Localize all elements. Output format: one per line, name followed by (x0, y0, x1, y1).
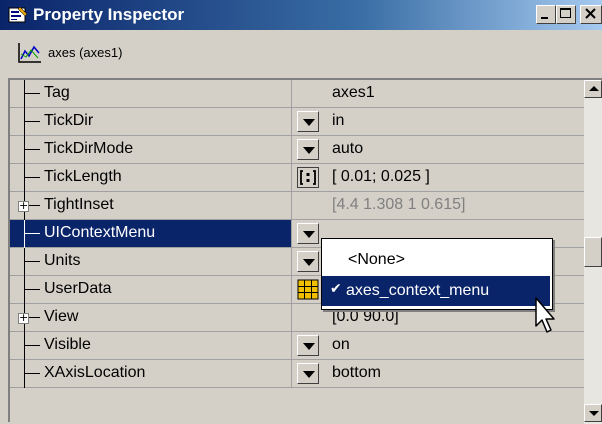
dropdown-arrow-button[interactable] (297, 363, 319, 384)
tree-line (24, 332, 25, 360)
tree-line (24, 233, 40, 234)
property-name-cell[interactable]: TickDir (10, 108, 292, 136)
property-name-cell[interactable]: + View (10, 304, 292, 332)
minimize-icon (541, 17, 548, 19)
object-label: axes (axes1) (48, 45, 123, 60)
dropdown-arrow-button[interactable] (297, 111, 319, 132)
property-name-cell[interactable]: XAxisLocation (10, 360, 292, 388)
property-name: View (44, 308, 79, 325)
property-value[interactable]: on (332, 336, 350, 354)
mouse-pointer-icon (535, 297, 555, 333)
property-name-cell[interactable]: Units (10, 248, 292, 276)
dropdown-option-none[interactable]: <None> (322, 245, 550, 275)
tree-line (24, 220, 25, 248)
tree-line (24, 136, 25, 164)
dropdown-arrow-button[interactable] (297, 335, 319, 356)
close-icon (585, 8, 596, 19)
tree-line (24, 261, 40, 262)
property-name-cell[interactable]: Tag (10, 80, 292, 108)
window-title: Property Inspector (33, 5, 185, 24)
scroll-up-button[interactable] (584, 80, 602, 98)
tree-line (24, 248, 25, 276)
tree-line (24, 177, 40, 178)
scroll-thumb[interactable] (584, 237, 602, 267)
property-name: UserData (44, 280, 112, 297)
tree-line (24, 149, 40, 150)
property-name: TickDirMode (44, 140, 134, 157)
property-value[interactable]: [4.4 1.308 1 0.615] (332, 196, 465, 214)
property-row[interactable]: TickDir in (10, 108, 584, 136)
property-value[interactable]: bottom (332, 364, 381, 382)
property-row[interactable]: TickDirMode auto (10, 136, 584, 164)
property-name-cell[interactable]: TickLength (10, 164, 292, 192)
checkmark-icon: ✔ (330, 281, 342, 297)
property-inspector-icon (8, 6, 28, 23)
property-name: Visible (44, 336, 91, 353)
tree-line (24, 80, 25, 108)
property-name: UIContextMenu (44, 224, 156, 241)
array-editor-icon[interactable] (297, 167, 319, 188)
property-row[interactable]: XAxisLocation bottom (10, 360, 584, 388)
property-name: Tag (44, 84, 70, 101)
tree-line (24, 108, 25, 136)
tree-line (24, 121, 40, 122)
dropdown-option-label: <None> (348, 251, 405, 268)
property-row[interactable]: Visible on (10, 332, 584, 360)
tree-line (24, 373, 40, 374)
vertical-scrollbar[interactable] (584, 80, 602, 424)
expand-toggle-icon[interactable]: + (18, 312, 29, 324)
property-value[interactable]: auto (332, 140, 363, 158)
tree-line (24, 345, 40, 346)
scroll-down-button[interactable] (584, 404, 602, 422)
dropdown-option-axes-context-menu[interactable]: ✔ axes_context_menu (322, 276, 550, 306)
property-value[interactable]: in (332, 112, 344, 130)
property-value[interactable]: [ 0.01; 0.025 ] (332, 168, 430, 186)
property-name: XAxisLocation (44, 364, 146, 381)
property-value[interactable]: [0.0 90.0] (332, 308, 399, 326)
property-name-cell[interactable]: TickDirMode (10, 136, 292, 164)
property-value[interactable]: axes1 (332, 84, 375, 102)
tree-line (24, 276, 25, 304)
property-name: Units (44, 252, 81, 269)
dropdown-arrow-button[interactable] (297, 251, 319, 272)
property-name: TickDir (44, 112, 94, 129)
axes-plot-icon (18, 43, 41, 63)
object-header: axes (axes1) (0, 30, 602, 76)
dropdown-arrow-button[interactable] (297, 139, 319, 160)
property-row[interactable]: Tag axes1 (10, 80, 584, 108)
maximize-icon (560, 8, 571, 18)
property-name-cell[interactable]: UIContextMenu (10, 220, 292, 248)
tree-line (24, 289, 40, 290)
property-name-cell[interactable]: Visible (10, 332, 292, 360)
title-bar[interactable]: Property Inspector (0, 0, 602, 30)
property-name: TickLength (44, 168, 122, 185)
tree-line (24, 164, 25, 192)
dropdown-option-label: axes_context_menu (346, 282, 490, 299)
tree-line (24, 360, 25, 388)
close-button[interactable] (580, 5, 602, 24)
dropdown-arrow-button[interactable] (297, 223, 319, 244)
context-menu-dropdown-list[interactable]: <None> ✔ axes_context_menu (321, 238, 553, 310)
minimize-button[interactable] (536, 5, 556, 24)
property-row[interactable]: + TightInset [4.4 1.308 1 0.615] (10, 192, 584, 220)
expand-toggle-icon[interactable]: + (18, 200, 29, 212)
property-inspector-window: Property Inspector axes (axes1) Tag axes1… (0, 0, 602, 424)
tree-line (24, 93, 40, 94)
property-name-cell[interactable]: + TightInset (10, 192, 292, 220)
property-name-cell[interactable]: UserData (10, 276, 292, 304)
property-row[interactable]: TickLength [ 0.01; 0.025 ] (10, 164, 584, 192)
property-name: TightInset (44, 196, 114, 213)
grid-editor-icon[interactable] (297, 279, 319, 300)
maximize-button[interactable] (556, 5, 576, 24)
